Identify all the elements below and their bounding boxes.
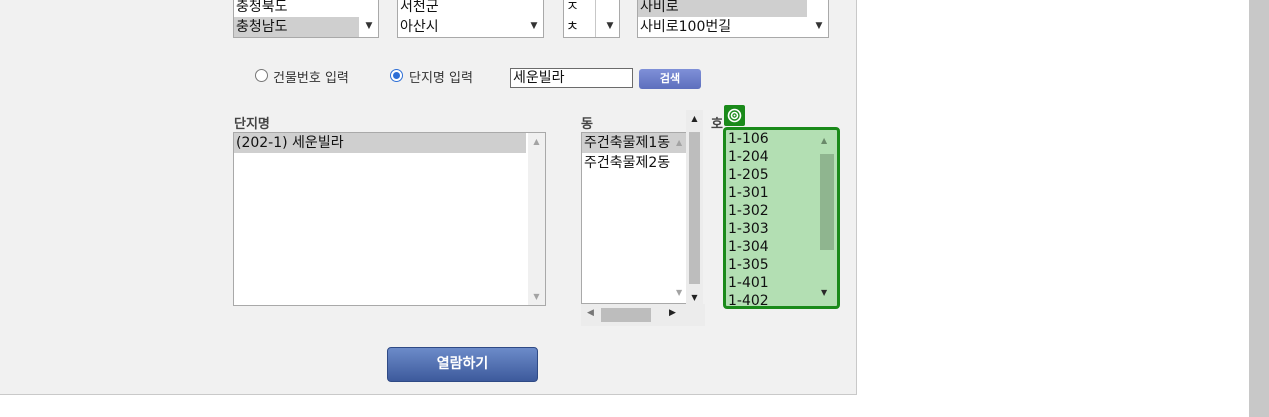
complex-list-item[interactable]: (202-1) 세운빌라 [234, 133, 526, 153]
sigungu-option[interactable]: 아산시 [398, 17, 543, 37]
building-number-radio-label[interactable]: 건물번호 입력 [273, 67, 349, 86]
view-button[interactable]: 열람하기 [387, 347, 538, 382]
scroll-up-icon[interactable]: ▲ [821, 136, 827, 145]
address-search-panel: 충청북도 충청남도 ▼ 서천군 아산시 ▼ ㅈ ㅊ ▼ 사비로 사비로100번길… [0, 0, 857, 395]
chevron-down-icon[interactable]: ▼ [810, 0, 828, 37]
scroll-down-icon[interactable]: ▼ [821, 288, 827, 297]
road-name-select[interactable]: 사비로 사비로100번길 ▼ [637, 0, 829, 38]
dong-list-item[interactable]: 주건축물제2동 [582, 153, 686, 173]
dong-inner-scroll-down-icon[interactable]: ▼ [676, 288, 682, 297]
chevron-down-icon[interactable]: ▼ [525, 0, 543, 37]
chevron-down-icon[interactable]: ▼ [360, 0, 378, 37]
page-scrollbar[interactable] [1249, 0, 1269, 417]
scroll-right-icon[interactable]: ▶ [669, 308, 676, 318]
complex-name-radio[interactable] [390, 69, 403, 82]
sido-select[interactable]: 충청북도 충청남도 ▼ [233, 0, 379, 38]
scroll-thumb[interactable] [689, 132, 700, 284]
road-option[interactable]: 사비로100번길 [638, 17, 828, 37]
complex-list-scrollbar[interactable]: ▲ ▼ [528, 133, 545, 305]
scroll-up-icon[interactable]: ▲ [686, 110, 703, 127]
scroll-thumb[interactable] [601, 308, 651, 322]
ho-list[interactable]: 1-106 1-204 1-205 1-301 1-302 1-303 1-30… [723, 127, 840, 309]
dong-outer-vscrollbar[interactable]: ▲ ▼ [686, 110, 703, 306]
scroll-thumb[interactable] [820, 154, 834, 250]
road-option-selected[interactable]: 사비로 [638, 0, 807, 17]
scroll-down-icon[interactable]: ▼ [528, 288, 545, 305]
sido-option-selected[interactable]: 충청남도 [234, 17, 359, 37]
complex-list[interactable]: (202-1) 세운빌라 ▲ ▼ [233, 132, 546, 306]
complex-search-input[interactable]: 세운빌라 [510, 68, 633, 88]
search-button[interactable]: 검색 [639, 69, 701, 89]
scroll-up-icon[interactable]: ▲ [528, 133, 545, 150]
divider [595, 0, 596, 37]
dong-hscrollbar[interactable]: ◀ ▶ [581, 304, 705, 326]
sigungu-option[interactable]: 서천군 [398, 0, 543, 17]
complex-name-radio-label[interactable]: 단지명 입력 [409, 67, 473, 86]
building-number-radio[interactable] [255, 69, 268, 82]
dong-list-item[interactable]: 주건축물제1동 [582, 133, 686, 153]
ho-list-scrollbar[interactable]: ▲ ▼ [817, 134, 834, 304]
target-icon [724, 105, 745, 126]
ho-label: 호 [711, 117, 723, 132]
initial-consonant-select[interactable]: ㅈ ㅊ ▼ [563, 0, 620, 38]
sido-option[interactable]: 충청북도 [234, 0, 359, 17]
dong-inner-scroll-up-icon[interactable]: ▲ [676, 138, 682, 147]
sigungu-select[interactable]: 서천군 아산시 ▼ [397, 0, 544, 38]
scroll-left-icon[interactable]: ◀ [587, 308, 594, 318]
dong-list[interactable]: 주건축물제1동 주건축물제2동 ▲ ▼ [581, 132, 686, 304]
chevron-down-icon[interactable]: ▼ [601, 0, 619, 37]
dong-label: 동 [581, 117, 593, 132]
complex-label: 단지명 [234, 117, 270, 132]
target-icon-glyph [727, 108, 742, 123]
